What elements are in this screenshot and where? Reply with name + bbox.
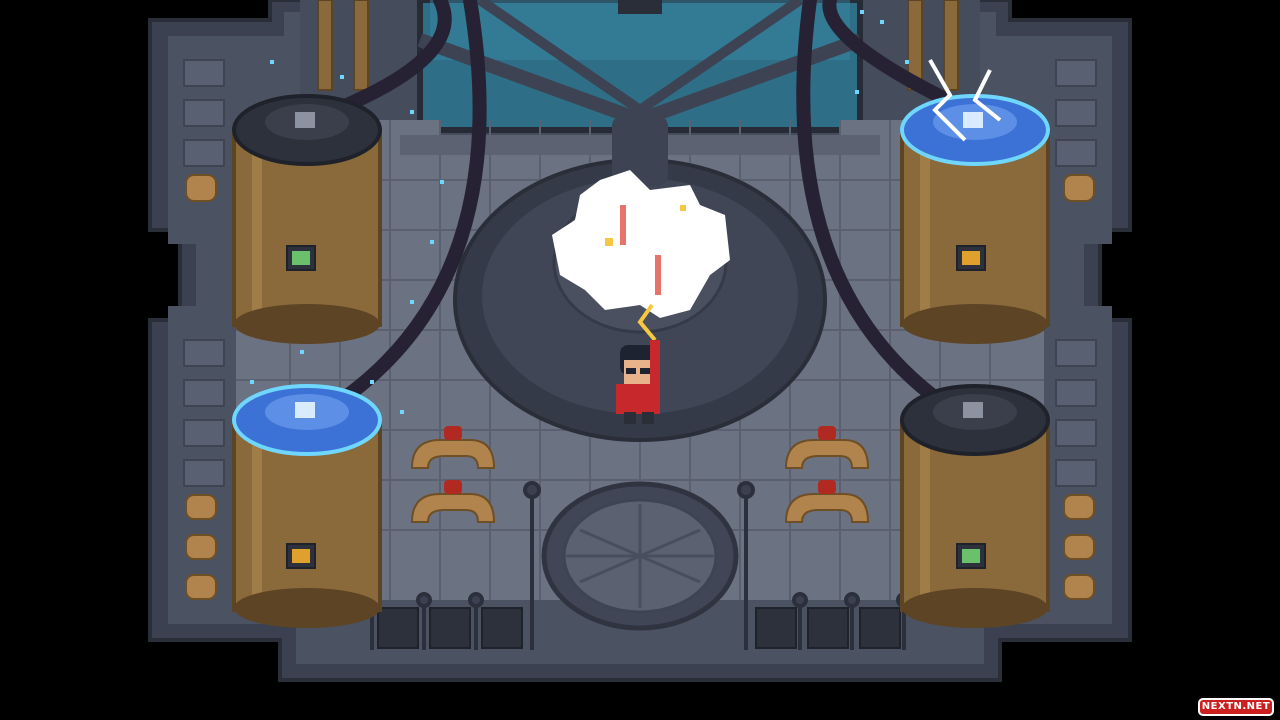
valve-icon [818, 426, 836, 440]
game-scene [0, 0, 1280, 720]
game-viewport[interactable]: NEXTN.NET [0, 0, 1280, 720]
tank-bottom-right[interactable] [900, 384, 1050, 628]
tank-top-left[interactable] [232, 94, 382, 344]
drain-cover [541, 481, 739, 631]
tank-bottom-left[interactable] [232, 384, 382, 628]
valve-icon [818, 480, 836, 494]
site-watermark: NEXTN.NET [1198, 698, 1274, 716]
valve-icon [444, 426, 462, 440]
valve-icon [444, 480, 462, 494]
